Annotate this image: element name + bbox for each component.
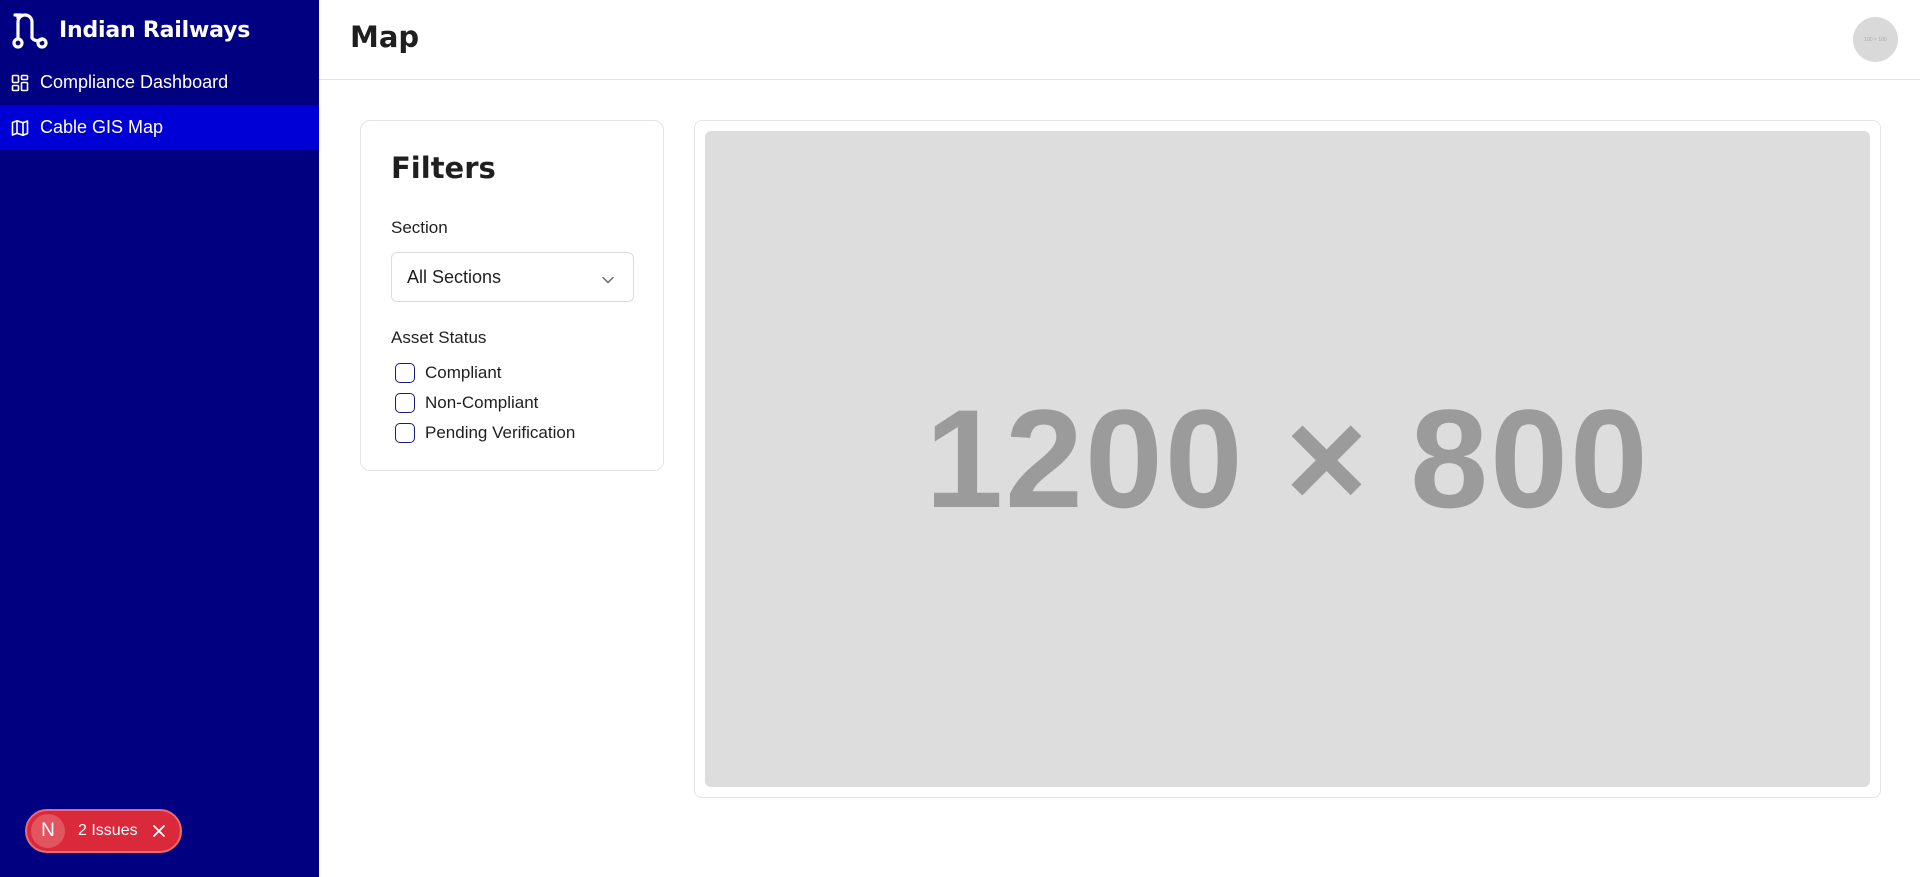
status-checkbox-non-compliant[interactable]: Non-Compliant bbox=[395, 391, 538, 415]
filters-panel: Filters Section All Sections Asset Statu… bbox=[360, 120, 664, 471]
issues-indicator[interactable]: N 2 Issues bbox=[25, 809, 182, 853]
avatar[interactable]: 100 × 100 bbox=[1853, 17, 1898, 62]
checkbox[interactable] bbox=[395, 393, 415, 413]
sidebar-item-cable-gis-map[interactable]: Cable GIS Map bbox=[0, 105, 319, 150]
sidebar-item-compliance-dashboard[interactable]: Compliance Dashboard bbox=[0, 60, 319, 105]
avatar-placeholder-text: 100 × 100 bbox=[1864, 36, 1887, 43]
sidebar-item-label: Cable GIS Map bbox=[40, 117, 164, 137]
dashboard-grid-icon bbox=[11, 74, 29, 92]
map-icon bbox=[11, 119, 29, 137]
issues-label[interactable]: 2 Issues bbox=[78, 822, 138, 840]
chevron-down-icon bbox=[601, 271, 615, 285]
checkbox-label: Non-Compliant bbox=[425, 393, 539, 412]
section-select[interactable]: All Sections bbox=[391, 252, 634, 302]
checkbox-label: Pending Verification bbox=[425, 423, 576, 442]
checkbox-label: Compliant bbox=[425, 363, 502, 382]
brand[interactable]: Indian Railways bbox=[0, 0, 319, 60]
sidebar: Indian Railways Compliance Dashboard Cab… bbox=[0, 0, 319, 877]
map-placeholder-text: 1200 × 800 bbox=[925, 380, 1650, 537]
brand-title: Indian Railways bbox=[59, 17, 251, 43]
page-title: Map bbox=[350, 20, 420, 54]
n-badge[interactable]: N bbox=[31, 814, 65, 848]
route-icon bbox=[10, 10, 50, 50]
checkbox[interactable] bbox=[395, 363, 415, 383]
close-icon[interactable] bbox=[152, 824, 166, 838]
status-checkbox-pending-verification[interactable]: Pending Verification bbox=[395, 421, 575, 445]
sidebar-item-label: Compliance Dashboard bbox=[40, 72, 229, 92]
map-card: 1200 × 800 bbox=[694, 120, 1881, 798]
asset-status-label: Asset Status bbox=[391, 328, 487, 347]
section-label: Section bbox=[391, 218, 448, 237]
checkbox[interactable] bbox=[395, 423, 415, 443]
section-select-value: All Sections bbox=[407, 266, 502, 287]
filters-title: Filters bbox=[391, 151, 496, 185]
status-checkbox-compliant[interactable]: Compliant bbox=[395, 361, 502, 385]
map-view[interactable]: 1200 × 800 bbox=[705, 131, 1870, 787]
top-bar: Map 100 × 100 bbox=[319, 0, 1920, 80]
